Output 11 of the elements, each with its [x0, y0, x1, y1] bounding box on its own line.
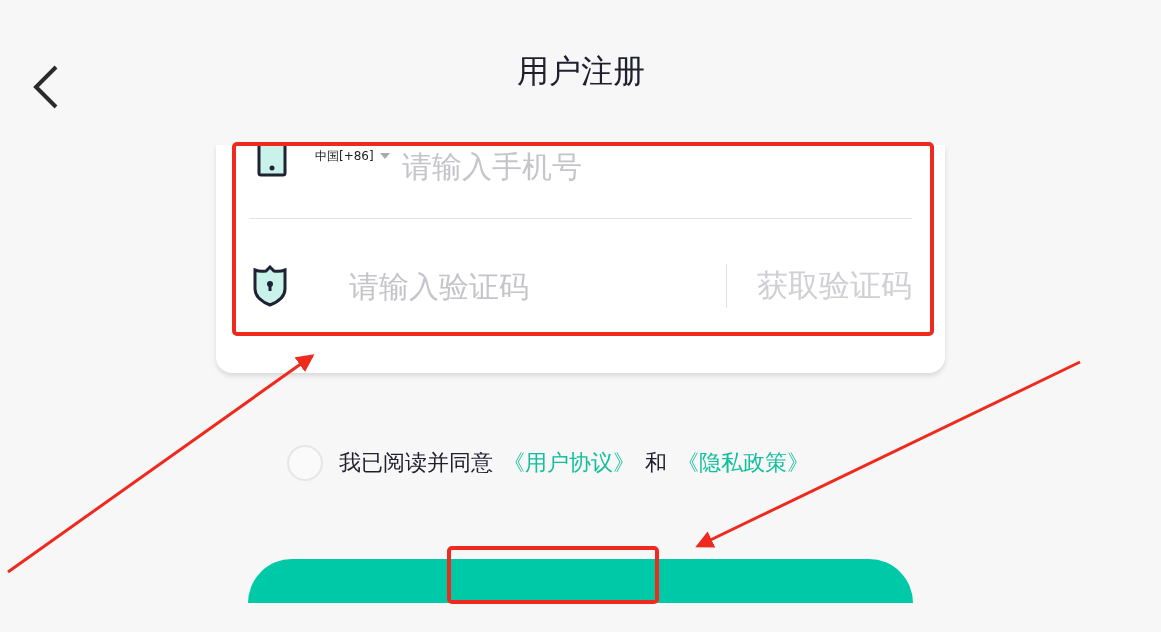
- country-code-selector[interactable]: 中国[+86]: [315, 148, 390, 165]
- phone-icon: [257, 145, 287, 177]
- privacy-policy-link[interactable]: 《隐私政策》: [677, 448, 809, 478]
- agreement-text: 我已阅读并同意: [339, 449, 493, 477]
- shield-icon: [253, 265, 287, 307]
- phone-input[interactable]: 请输入手机号: [401, 149, 702, 184]
- agreement-joiner: 和: [645, 449, 667, 477]
- user-agreement-link[interactable]: 《用户协议》: [503, 448, 635, 478]
- code-input[interactable]: 请输入验证码: [347, 267, 651, 305]
- caret-icon: [379, 153, 390, 159]
- page-title: 用户注册: [516, 51, 645, 92]
